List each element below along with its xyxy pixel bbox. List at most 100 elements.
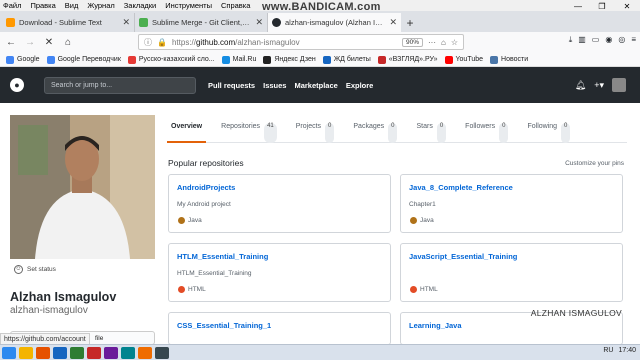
info-icon[interactable]: ⓘ (144, 37, 152, 48)
extension-icon[interactable]: ◉ (605, 35, 612, 45)
create-new-plus-icon[interactable]: +▾ (594, 80, 604, 91)
repo-description: My Android project (177, 201, 231, 208)
new-tab-button[interactable]: + (401, 13, 419, 32)
browser-tab[interactable]: Sublime Merge - Git Client, do ✕ (135, 13, 268, 32)
dictionary-icon (127, 55, 136, 64)
library-icon[interactable]: ▥ (578, 35, 586, 45)
taskbar-app-icon[interactable] (19, 346, 33, 359)
github-nav: Pull requests Issues Marketplace Explore (208, 81, 373, 90)
close-tab-icon[interactable]: ✕ (255, 17, 263, 28)
stop-icon[interactable]: ✕ (42, 36, 56, 50)
menu-icon[interactable]: ≡ (631, 35, 636, 45)
bookmark-item[interactable]: Яндекс Дзен (263, 55, 316, 64)
url-text[interactable]: https://github.com/alzhan-ismagulov (172, 38, 397, 47)
home-icon[interactable]: ⌂ (61, 36, 75, 50)
vk-icon (490, 55, 499, 64)
taskbar-app-icon[interactable] (87, 346, 101, 359)
bookmark-item[interactable]: YouTube (444, 55, 483, 64)
taskbar-app-icon[interactable] (155, 346, 169, 359)
repo-card: CSS_Essential_Training_1 (168, 312, 391, 345)
bookmark-item[interactable]: Mail.Ru (221, 55, 256, 64)
tab-overview[interactable]: Overview (167, 117, 207, 143)
language-color-dot (178, 217, 185, 224)
language-indicator[interactable]: RU (603, 347, 613, 354)
sidebar-icon[interactable]: ▭ (592, 35, 600, 45)
menu-file[interactable]: Файл (3, 1, 21, 10)
user-avatar[interactable] (612, 78, 626, 92)
taskbar-app-icon[interactable] (70, 346, 84, 359)
taskbar-app-icon[interactable] (36, 346, 50, 359)
zoom-indicator[interactable]: 90% (401, 37, 423, 47)
language-color-dot (178, 286, 185, 293)
back-arrow-icon[interactable]: ← (4, 36, 18, 50)
account-icon[interactable]: ◎ (618, 35, 625, 45)
profile-login: alzhan-ismagulov (10, 305, 88, 316)
close-tab-icon[interactable]: ✕ (389, 17, 397, 28)
repo-link[interactable]: Learning_Java (409, 321, 614, 330)
taskbar: RU 17:40 (0, 344, 640, 360)
page-actions-icon[interactable]: ··· (428, 38, 436, 47)
nav-marketplace[interactable]: Marketplace (294, 81, 337, 90)
language-color-dot (410, 217, 417, 224)
repo-language: Java (178, 217, 202, 224)
train-icon (322, 55, 331, 64)
github-search-input[interactable]: Search or jump to... (44, 76, 196, 94)
zen-icon (263, 55, 272, 64)
github-header: ● Search or jump to... Pull requests Iss… (0, 67, 640, 103)
customize-pins-link[interactable]: Customize your pins (565, 160, 624, 167)
nav-issues[interactable]: Issues (263, 81, 286, 90)
menu-help[interactable]: Справка (221, 1, 250, 10)
system-tray: RU 17:40 (603, 347, 636, 354)
menu-edit[interactable]: Правка (30, 1, 55, 10)
bookmark-item[interactable]: Новости (490, 55, 528, 64)
sublime-favicon-icon (6, 18, 15, 27)
tab-following[interactable]: Following 0 (523, 117, 574, 143)
bookmark-item[interactable]: Русско-казахский сло... (127, 55, 215, 64)
menu-view[interactable]: Вид (65, 1, 79, 10)
notifications-bell-icon[interactable]: 🔔︎ (575, 80, 586, 91)
lock-icon[interactable]: 🔒 (157, 38, 167, 47)
repo-link[interactable]: Java_8_Complete_Reference (409, 183, 614, 192)
browser-tab-active[interactable]: alzhan-ismagulov (Alzhan Isma ✕ (268, 13, 401, 32)
menu-bookmarks[interactable]: Закладки (124, 1, 156, 10)
taskbar-app-icon[interactable] (104, 346, 118, 359)
tab-title: alzhan-ismagulov (Alzhan Isma (285, 18, 386, 27)
start-button-icon[interactable] (2, 346, 16, 359)
repo-link[interactable]: JavaScript_Essential_Training (409, 252, 614, 261)
clock[interactable]: 17:40 (618, 347, 636, 354)
pocket-icon[interactable]: ⌂ (441, 38, 446, 47)
bookmark-item[interactable]: Google Переводчик (46, 55, 121, 64)
close-tab-icon[interactable]: ✕ (122, 17, 130, 28)
tab-packages[interactable]: Packages 0 (349, 117, 401, 143)
bookmark-item[interactable]: Google (6, 55, 40, 64)
vzglyad-icon (377, 55, 386, 64)
tab-followers[interactable]: Followers 0 (461, 117, 512, 143)
taskbar-app-icon[interactable] (138, 346, 152, 359)
taskbar-app-icon[interactable] (53, 346, 67, 359)
tab-title: Download - Sublime Text (19, 18, 102, 27)
github-logo-icon[interactable]: ● (10, 78, 24, 92)
forward-arrow-icon[interactable]: → (23, 36, 37, 50)
repo-link[interactable]: CSS_Essential_Training_1 (177, 321, 382, 330)
set-status-button[interactable]: ☺ Set status (10, 260, 155, 278)
bookmark-item[interactable]: «ВЗГЛЯД».РУ» (377, 55, 438, 64)
tab-projects[interactable]: Projects 0 (292, 117, 339, 143)
taskbar-app-icon[interactable] (121, 346, 135, 359)
nav-explore[interactable]: Explore (346, 81, 374, 90)
browser-tab[interactable]: Download - Sublime Text ✕ (2, 13, 135, 32)
tab-stars[interactable]: Stars 0 (412, 117, 450, 143)
nav-pull-requests[interactable]: Pull requests (208, 81, 255, 90)
bookmark-item[interactable]: ЖД билеты (322, 55, 371, 64)
repo-language: HTML (178, 286, 206, 293)
bookmark-star-icon[interactable]: ☆ (451, 38, 458, 47)
repo-link[interactable]: HTLM_Essential_Training (177, 252, 382, 261)
repo-link[interactable]: AndroidProjects (177, 183, 382, 192)
language-color-dot (410, 286, 417, 293)
repo-card: AndroidProjects My Android project Java (168, 174, 391, 233)
count-badge: 41 (264, 123, 277, 143)
address-bar[interactable]: ⓘ 🔒 https://github.com/alzhan-ismagulov … (138, 34, 464, 50)
download-icon[interactable]: ⤓ (569, 35, 573, 45)
menu-tools[interactable]: Инструменты (165, 1, 212, 10)
menu-history[interactable]: Журнал (87, 1, 114, 10)
tab-repositories[interactable]: Repositories 41 (217, 117, 281, 143)
